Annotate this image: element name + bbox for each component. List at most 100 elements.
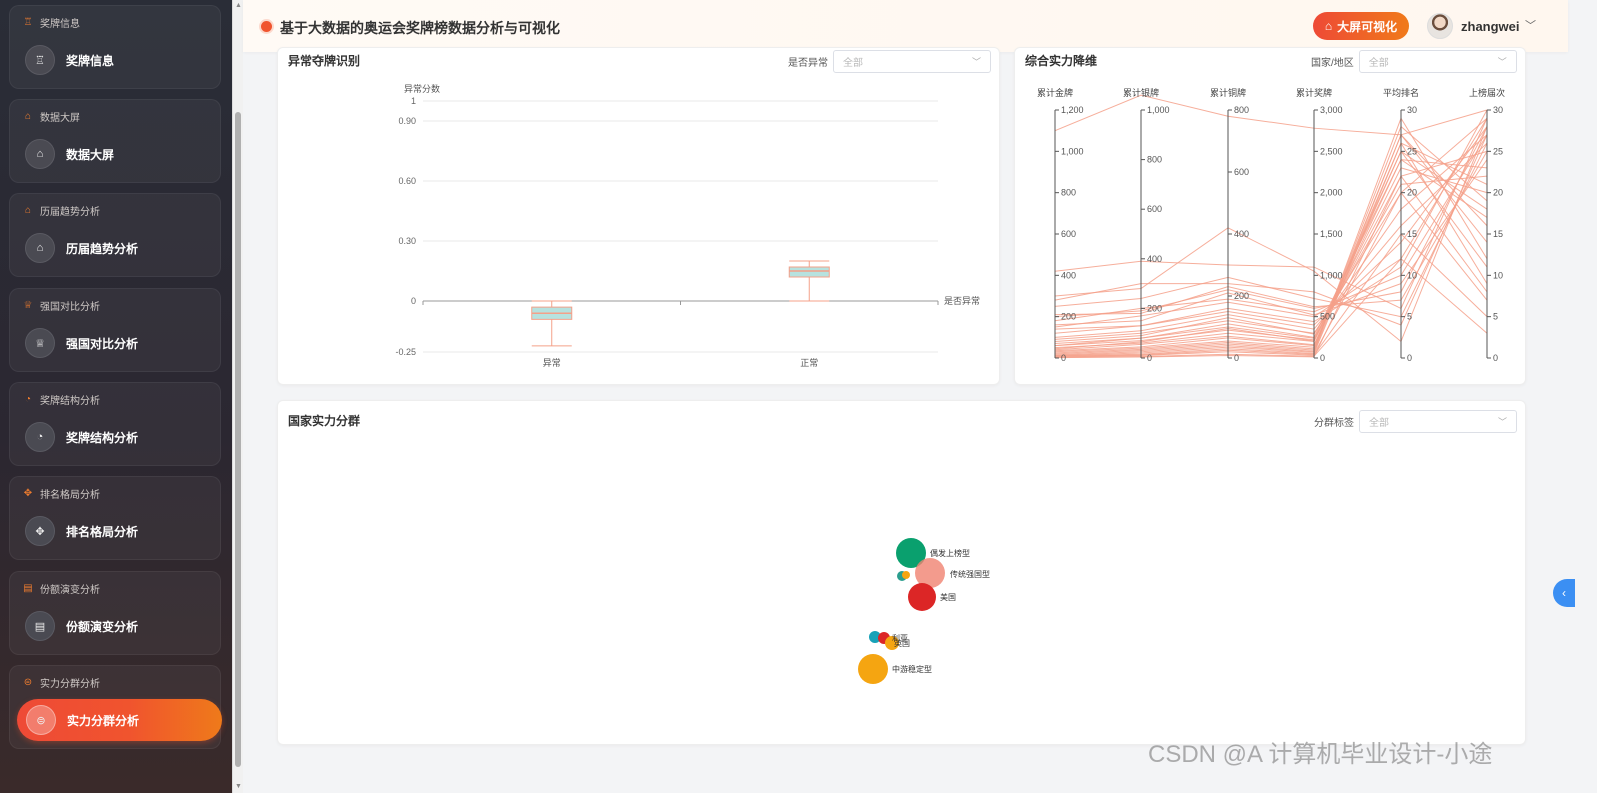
sidebar-item-2[interactable]: ⌂ 数据大屏 <box>16 133 216 175</box>
parallel-line[interactable] <box>1054 118 1488 328</box>
axis-tick-label: 0 <box>1320 353 1325 363</box>
sidebar: ♖ 奖牌信息 ♖ 奖牌信息 ⌂ 数据大屏 ⌂ 数据大屏 ⌂ 历届趋势分析 ⌂ 历届趋势分析 ♕ 强国对比分… <box>0 0 232 793</box>
parallel-line[interactable] <box>1054 117 1488 342</box>
axis-name: 上榜届次 <box>1469 87 1505 98</box>
parallel-card: 综合实力降维 国家/地区 全部 ﹀ 累计金牌 0 200 400 600 800 1,000… <box>1014 47 1526 385</box>
sidebar-group-8: ⊜ 实力分群分析 ⊜ 实力分群分析 <box>9 665 222 749</box>
point-label: 中游稳定型 <box>892 664 932 674</box>
trend-icon: ⌂ <box>24 205 32 216</box>
axis-tick-label: 0 <box>1493 353 1498 363</box>
cluster-point[interactable] <box>858 654 888 684</box>
axis-tick-label: 400 <box>1234 229 1249 239</box>
box-正常[interactable] <box>788 260 830 302</box>
screen-icon: ⌂ <box>24 111 32 122</box>
sidebar-item-label: 奖牌结构分析 <box>66 430 139 445</box>
trend-icon: ⌂ <box>25 233 55 263</box>
axis-tick-label: 500 <box>1320 312 1335 322</box>
sidebar-group-header: ⊜ 实力分群分析 <box>22 675 100 690</box>
box-body <box>788 266 830 278</box>
share-icon: ▤ <box>23 583 33 594</box>
sidebar-group-header: ⌂ 数据大屏 <box>22 109 80 124</box>
axis-tick-label: 1,000 <box>1061 146 1084 156</box>
parallel-line[interactable] <box>1054 94 1488 136</box>
y-tick-label: 0.60 <box>398 176 416 186</box>
sidebar-item-3[interactable]: ⌂ 历届趋势分析 <box>16 227 216 269</box>
cluster-scatter-chart: 偶发上榜型传统强国型美国中游稳定型利亚英国 <box>858 538 990 684</box>
parallel-line[interactable] <box>1054 133 1488 354</box>
sidebar-group-6: ✥ 排名格局分析 ✥ 排名格局分析 <box>9 476 221 560</box>
axis-tick-label: 800 <box>1061 188 1076 198</box>
axis-name: 累计金牌 <box>1037 87 1073 98</box>
axis-tick-label: 200 <box>1061 312 1076 322</box>
sidebar-group-4: ♕ 强国对比分析 ♕ 强国对比分析 <box>9 288 221 372</box>
sidebar-group-header: ♕ 强国对比分析 <box>22 298 100 313</box>
axis-tick-label: 400 <box>1061 270 1076 280</box>
cluster-icon: ⊜ <box>26 705 56 735</box>
axis-tick-label: 0 <box>1147 353 1152 363</box>
axis-tick-label: 1,000 <box>1320 270 1343 280</box>
cluster-point[interactable] <box>902 571 910 579</box>
username[interactable]: zhangwei <box>1461 19 1520 34</box>
axis-tick-label: 600 <box>1061 229 1076 239</box>
scrollbar-thumb[interactable] <box>235 112 241 767</box>
watermark: CSDN @A 计算机毕业设计-小途 <box>1148 741 1493 768</box>
axis-tick-label: 800 <box>1147 155 1162 165</box>
sidebar-group-header: ⌂ 历届趋势分析 <box>22 203 100 218</box>
pie-icon: ◔ <box>24 394 32 405</box>
axis-tick-label: 800 <box>1234 105 1249 115</box>
sidebar-item-4[interactable]: ♕ 强国对比分析 <box>16 322 216 364</box>
medal-icon: ♖ <box>23 17 33 28</box>
axis-tick-label: 5 <box>1493 312 1498 322</box>
axis-tick-label: 1,200 <box>1061 105 1084 115</box>
axis-tick-label: 15 <box>1493 229 1503 239</box>
y-tick-label: -0.25 <box>395 347 416 357</box>
sidebar-item-label: 实力分群分析 <box>67 713 140 728</box>
chevron-down-icon[interactable]: ﹀ <box>1525 17 1536 33</box>
cluster-point[interactable] <box>908 583 936 611</box>
parallel-line[interactable] <box>1054 133 1488 357</box>
parallel-axis: 上榜届次 0 5 10 15 20 25 30 <box>1469 87 1505 363</box>
scroll-down-icon[interactable]: ▼ <box>235 783 242 790</box>
sidebar-group-2: ⌂ 数据大屏 ⌂ 数据大屏 <box>9 99 221 183</box>
medal-icon: ♖ <box>25 45 55 75</box>
sidebar-item-label: 历届趋势分析 <box>66 241 139 256</box>
axis-tick-label: 5 <box>1407 312 1412 322</box>
x-axis-label: 是否异常 <box>944 295 980 306</box>
avatar[interactable] <box>1427 13 1453 39</box>
scroll-up-icon[interactable]: ▲ <box>235 2 242 9</box>
sidebar-item-label: 排名格局分析 <box>66 524 139 539</box>
sidebar-scrollbar[interactable]: ▲ ▼ <box>232 0 243 793</box>
axis-tick-label: 25 <box>1493 146 1503 156</box>
point-label: 偶发上榜型 <box>930 548 970 558</box>
sidebar-item-7[interactable]: ▤ 份额演变分析 <box>16 605 216 647</box>
sidebar-group-7: ▤ 份额演变分析 ▤ 份额演变分析 <box>9 571 221 655</box>
sidebar-group-title: 实力分群分析 <box>40 679 100 690</box>
axis-tick-label: 20 <box>1493 188 1503 198</box>
axis-tick-label: 0 <box>1234 353 1239 363</box>
big-screen-button[interactable]: ⌂ 大屏可视化 <box>1313 12 1409 40</box>
x-tick-label: 异常 <box>543 357 561 368</box>
sidebar-item-1[interactable]: ♖ 奖牌信息 <box>16 39 216 81</box>
y-axis-label: 异常分数 <box>404 83 440 94</box>
sidebar-group-header: ▤ 份额演变分析 <box>22 581 100 596</box>
x-tick-label: 正常 <box>800 357 818 368</box>
y-tick-label: 0.30 <box>398 236 416 246</box>
parallel-line[interactable] <box>1054 167 1488 349</box>
chevron-left-icon: ‹ <box>1562 586 1566 600</box>
collapse-panel-button[interactable]: ‹ <box>1553 579 1575 607</box>
sidebar-item-8[interactable]: ⊜ 实力分群分析 <box>17 699 222 741</box>
sidebar-group-title: 强国对比分析 <box>40 302 100 313</box>
share-icon: ▤ <box>25 611 55 641</box>
sidebar-item-6[interactable]: ✥ 排名格局分析 <box>16 510 216 552</box>
sidebar-group-3: ⌂ 历届趋势分析 ⌂ 历届趋势分析 <box>9 193 221 277</box>
trophy-icon: ♕ <box>23 300 33 311</box>
sidebar-group-header: ✥ 排名格局分析 <box>22 486 100 501</box>
point-label: 美国 <box>940 592 956 602</box>
point-label: 英国 <box>894 638 910 648</box>
parallel-line[interactable] <box>1054 117 1488 356</box>
y-tick-label: 1 <box>411 96 416 106</box>
pie-icon: ◔ <box>25 422 55 452</box>
sidebar-item-5[interactable]: ◔ 奖牌结构分析 <box>16 416 216 458</box>
sidebar-group-title: 奖牌信息 <box>40 19 80 30</box>
box-异常[interactable] <box>531 300 573 347</box>
